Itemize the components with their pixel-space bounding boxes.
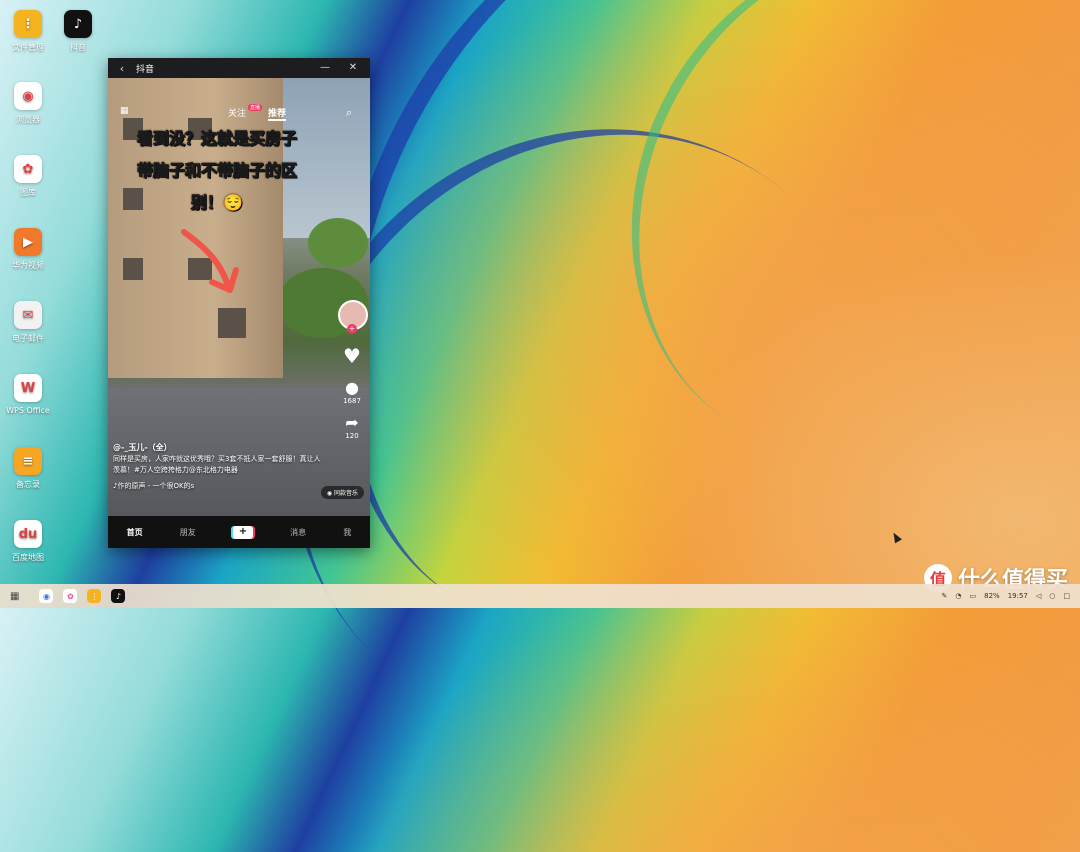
folder-icon: ⋮ — [14, 10, 42, 38]
map-icon: du — [14, 520, 42, 548]
desktop-app-label: 百度地图 — [12, 553, 44, 562]
desktop-app-label: 抖音 — [70, 43, 86, 52]
system-tray: ✎ ◔ ▭ 82% 19:57 ◁ ○ □ — [942, 584, 1070, 608]
search-icon[interactable]: ⌕ — [346, 106, 352, 120]
calendar-icon[interactable]: ▦ — [120, 106, 129, 116]
desktop-app-label: 电子邮件 — [12, 334, 44, 343]
taskbar-gallery-icon[interactable]: ✿ — [63, 589, 78, 603]
music-ticker[interactable]: ♪作的原声 - 一个很OK的s — [113, 481, 322, 492]
back-nav-icon[interactable]: ◁ — [1036, 592, 1041, 600]
wifi-icon: ◔ — [955, 592, 962, 600]
video-tree — [308, 218, 368, 268]
same-music-label: 同款音乐 — [333, 490, 358, 497]
wps-icon: W — [14, 374, 42, 402]
caption-line-2: 带脑子和不带脑子的区 — [136, 160, 297, 180]
mouse-cursor — [890, 530, 902, 544]
caption-line-3: 别！😌 — [191, 192, 244, 212]
back-icon[interactable]: ‹ — [108, 62, 136, 75]
minimize-icon[interactable]: — — [314, 58, 336, 78]
recents-nav-icon[interactable]: □ — [1063, 592, 1070, 600]
desktop-app-3[interactable]: ✿ 图库 — [0, 155, 64, 198]
video-info: @-_玉儿-（全） 同样是买房，人家咋就这优秀哦？买3套不抵人家一套舒服！真让人… — [113, 442, 322, 492]
comment-icon[interactable]: ● — [338, 378, 366, 397]
desktop-app-label: 浏览器 — [16, 115, 40, 124]
nav-me[interactable]: 我 — [343, 527, 351, 538]
desktop-app-label: 华为视频 — [12, 261, 44, 270]
close-icon[interactable]: ✕ — [342, 58, 364, 78]
nav-friends[interactable]: 朋友 — [180, 527, 196, 538]
nav-home[interactable]: 首页 — [127, 527, 143, 538]
browser-icon: ◉ — [14, 82, 42, 110]
email-icon: ✉ — [14, 301, 42, 329]
taskbar-browser-icon[interactable]: ◉ — [39, 589, 54, 603]
battery-icon: ▭ — [969, 592, 977, 600]
music-disc-icon: ◉ — [326, 490, 333, 497]
taskbar-tiktok-icon[interactable]: ♪ — [111, 589, 126, 603]
window-title: 抖音 — [136, 64, 155, 75]
bottom-nav: 首页 朋友 + 消息 我 — [108, 516, 370, 548]
desktop-app-4[interactable]: ▶ 华为视频 — [0, 228, 64, 271]
desktop-app-1[interactable]: ♪ 抖音 — [42, 10, 114, 53]
desktop-app-8[interactable]: du 百度地图 — [0, 520, 64, 563]
like-icon[interactable]: ♥ — [338, 344, 366, 368]
tab-recommend[interactable]: 推荐 — [268, 106, 287, 121]
red-arrow-annotation — [181, 229, 239, 293]
memo-icon: ≡ — [14, 447, 42, 475]
desktop-app-2[interactable]: ◉ 浏览器 — [0, 82, 64, 125]
author-name[interactable]: @-_玉儿-（全） — [113, 442, 322, 454]
video-window — [123, 258, 143, 280]
desktop-app-label: 图库 — [20, 188, 36, 197]
desktop-app-label: WPS Office — [6, 406, 50, 415]
taskbar-files-icon[interactable]: ⋮ — [87, 589, 102, 603]
clock[interactable]: 19:57 — [1008, 592, 1028, 600]
desktop-app-5[interactable]: ✉ 电子邮件 — [0, 301, 64, 344]
battery-level: 82% — [984, 592, 1000, 600]
comment-count: 1687 — [343, 397, 361, 405]
gallery-icon: ✿ — [14, 155, 42, 183]
feed-tabs: ▦ 关注 直播 推荐 ⌕ — [108, 104, 370, 122]
douyin-window[interactable]: ‹ 抖音 — ✕ ▦ 关注 直播 推荐 ⌕ 看到没？这就是买房子 带脑子和不带脑… — [108, 58, 370, 548]
app-grid-icon[interactable]: ▦ — [10, 591, 19, 602]
share-icon[interactable]: ➦ — [338, 413, 366, 432]
window-titlebar[interactable]: ‹ 抖音 — ✕ — [108, 58, 370, 78]
live-badge: 直播 — [248, 104, 263, 111]
caption-line-1: 看到没？这就是买房子 — [136, 128, 297, 148]
home-nav-icon[interactable]: ○ — [1049, 592, 1055, 600]
desktop-app-7[interactable]: ≡ 备忘录 — [0, 447, 64, 490]
interaction-rail: + ♥ ● 1687 ➦ 120 — [338, 300, 368, 440]
desktop-app-6[interactable]: W WPS Office — [0, 374, 64, 415]
video-player[interactable]: ▦ 关注 直播 推荐 ⌕ 看到没？这就是买房子 带脑子和不带脑子的区 别！😌 +… — [108, 78, 370, 516]
desktop-app-label: 备忘录 — [16, 480, 40, 489]
video-description: 同样是买房，人家咋就这优秀哦？买3套不抵人家一套舒服！真让人羡慕！#万人空跨挎格… — [113, 455, 321, 474]
follow-plus-icon[interactable]: + — [347, 324, 357, 334]
create-button[interactable]: + — [232, 525, 253, 539]
tiktok-icon: ♪ — [64, 10, 92, 38]
video-window — [218, 308, 246, 338]
video-icon: ▶ — [14, 228, 42, 256]
same-music-button[interactable]: ◉ 同款音乐 — [320, 486, 364, 499]
tab-follow[interactable]: 关注 — [228, 106, 246, 119]
pen-icon[interactable]: ✎ — [942, 592, 948, 600]
share-count: 120 — [345, 432, 359, 440]
taskbar: ▦ ◉ ✿ ⋮ ♪ ✎ ◔ ▭ 82% 19:57 ◁ ○ □ — [0, 584, 1080, 608]
nav-messages[interactable]: 消息 — [290, 527, 306, 538]
